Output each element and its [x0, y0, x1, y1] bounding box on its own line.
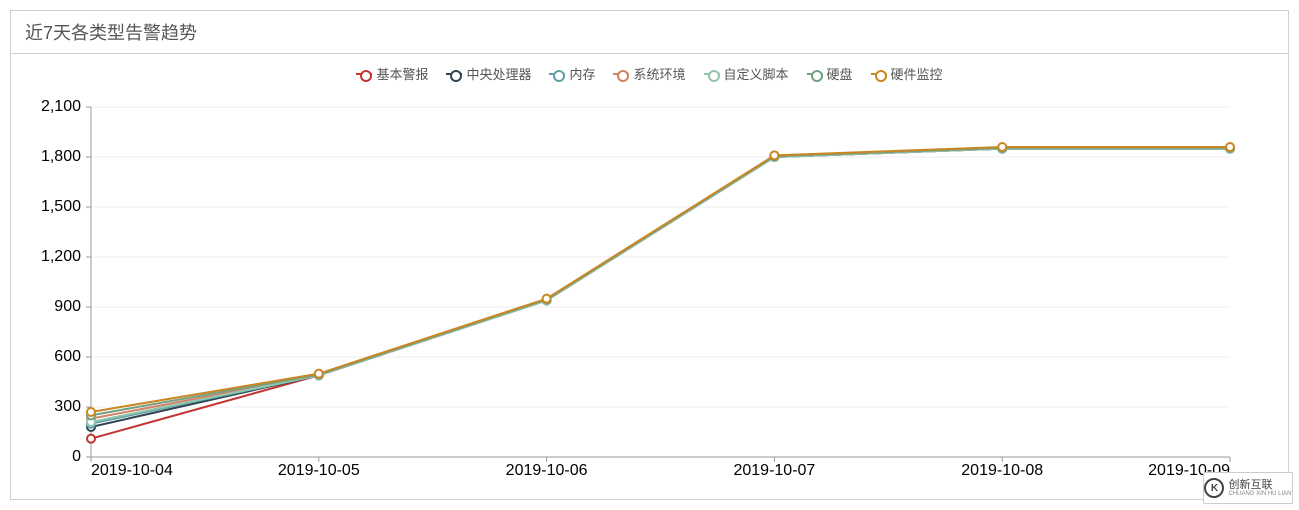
x-tick-label: 2019-10-07: [733, 462, 815, 479]
legend-item-1[interactable]: 中央处理器: [446, 64, 531, 83]
legend-label: 基本警报: [376, 64, 428, 83]
legend-label: 内存: [569, 64, 595, 83]
chart-legend: 基本警报 中央处理器 内存 系统环境 自定义脚本 硬盘 硬件监控: [11, 54, 1288, 87]
y-tick-label: 600: [54, 348, 81, 365]
series-line: [91, 149, 1230, 422]
y-tick-label: 900: [54, 298, 81, 315]
legend-marker-icon: [549, 68, 565, 80]
x-tick-label: 2019-10-04: [91, 462, 173, 479]
data-point[interactable]: [998, 143, 1006, 151]
data-point[interactable]: [315, 370, 323, 378]
legend-label: 中央处理器: [466, 64, 531, 83]
line-chart: 0 300 600 900 1,200 1,500 1,800 2,100 2019-10-04…: [11, 87, 1290, 497]
legend-label: 自定义脚本: [724, 64, 789, 83]
legend-label: 硬件监控: [891, 64, 943, 83]
chart-area: 基本警报 中央处理器 内存 系统环境 自定义脚本 硬盘 硬件监控 0 300 600 900 1,2…: [11, 54, 1288, 502]
y-tick-label: 2,100: [41, 98, 81, 115]
legend-marker-icon: [871, 68, 887, 80]
watermark-logo-icon: K: [1204, 478, 1224, 498]
data-point[interactable]: [543, 295, 551, 303]
legend-item-5[interactable]: 硬盘: [807, 64, 853, 83]
series-line: [91, 148, 1230, 416]
panel-title: 近7天各类型告警趋势: [11, 11, 1288, 54]
series-line: [91, 149, 1230, 439]
legend-item-0[interactable]: 基本警报: [356, 64, 428, 83]
watermark-badge: K 创新互联 CHUANG XIN HU LIAN: [1203, 472, 1293, 504]
legend-item-3[interactable]: 系统环境: [613, 64, 685, 83]
y-tick-label: 300: [54, 398, 81, 415]
legend-marker-icon: [704, 68, 720, 80]
data-point[interactable]: [770, 151, 778, 159]
watermark-text: 创新互联: [1228, 480, 1291, 491]
y-tick-label: 1,200: [41, 248, 81, 265]
x-tick-label: 2019-10-08: [961, 462, 1043, 479]
x-tick-label: 2019-10-06: [506, 462, 588, 479]
legend-marker-icon: [613, 68, 629, 80]
legend-marker-icon: [807, 68, 823, 80]
legend-marker-icon: [446, 68, 462, 80]
legend-marker-icon: [356, 68, 372, 80]
legend-label: 系统环境: [633, 64, 685, 83]
x-tick-label: 2019-10-05: [278, 462, 360, 479]
data-point[interactable]: [1226, 143, 1234, 151]
series-line: [91, 147, 1230, 412]
watermark-subtext: CHUANG XIN HU LIAN: [1228, 491, 1291, 497]
chart-panel: 近7天各类型告警趋势 基本警报 中央处理器 内存 系统环境 自定义脚本 硬盘 硬件监控 0 3…: [10, 10, 1289, 500]
y-tick-label: 0: [72, 448, 81, 465]
legend-label: 硬盘: [827, 64, 853, 83]
data-point[interactable]: [87, 435, 95, 443]
y-tick-label: 1,500: [41, 198, 81, 215]
y-tick-label: 1,800: [41, 148, 81, 165]
series-line: [91, 149, 1230, 419]
legend-item-2[interactable]: 内存: [549, 64, 595, 83]
legend-item-6[interactable]: 硬件监控: [871, 64, 943, 83]
legend-item-4[interactable]: 自定义脚本: [704, 64, 789, 83]
data-point[interactable]: [87, 408, 95, 416]
